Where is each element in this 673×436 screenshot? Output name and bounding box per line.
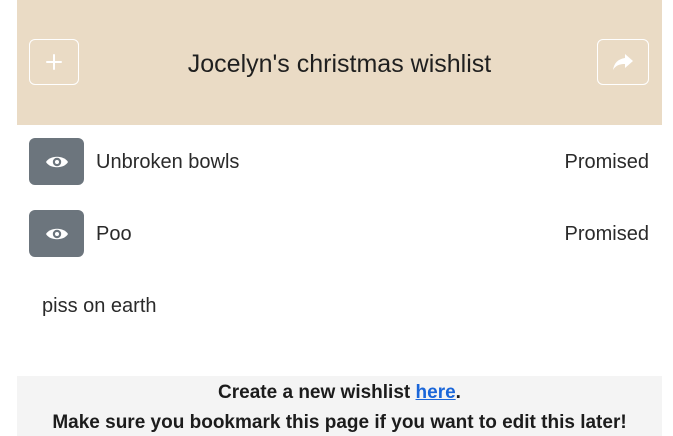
footer-period: . (455, 382, 461, 403)
wishlist-header: Jocelyn's christmas wishlist (17, 0, 662, 125)
wishlist-note: piss on earth (42, 295, 157, 317)
footer-create-line: Create a new wishlist here. (17, 379, 662, 407)
item-name: Poo (96, 223, 132, 245)
list-item: Poo Promised (17, 204, 662, 264)
item-status: Promised (564, 223, 649, 245)
item-status: Promised (564, 151, 649, 173)
eye-icon (45, 228, 68, 239)
wishlist-page: Jocelyn's christmas wishlist Unbroken bo… (0, 0, 673, 436)
share-arrow-icon (613, 54, 633, 70)
share-button[interactable] (597, 39, 649, 85)
view-item-button[interactable] (29, 210, 84, 257)
eye-icon (45, 156, 68, 167)
footer-create-text: Create a new wishlist (218, 382, 416, 403)
list-item: Unbroken bowls Promised (17, 132, 662, 192)
view-item-button[interactable] (29, 138, 84, 185)
item-name: Unbroken bowls (96, 151, 240, 173)
create-wishlist-link[interactable]: here (416, 382, 456, 403)
footer-bookmark-hint: Make sure you bookmark this page if you … (52, 412, 627, 433)
footer: Create a new wishlist here. Make sure yo… (17, 376, 662, 436)
page-title: Jocelyn's christmas wishlist (187, 50, 492, 78)
